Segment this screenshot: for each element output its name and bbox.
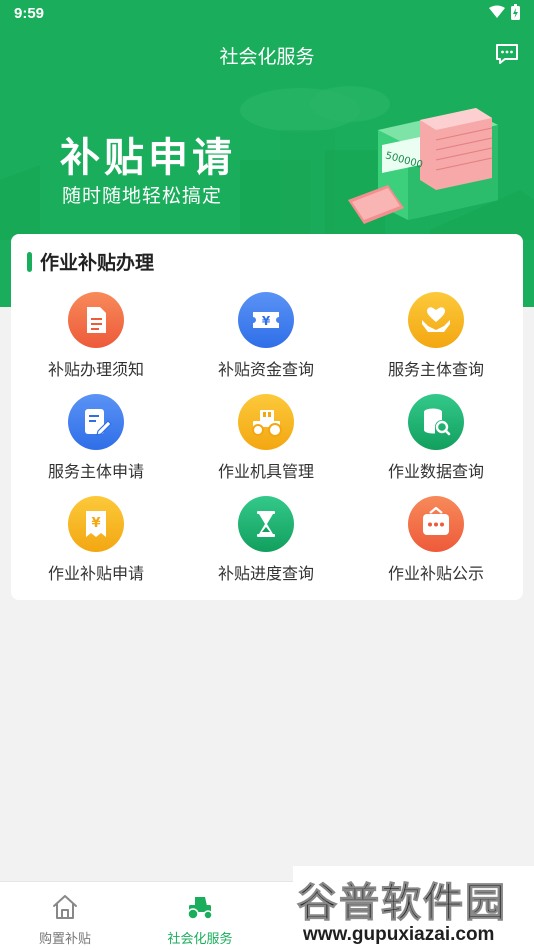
banner-subtitle: 随时随地轻松搞定 [62, 185, 223, 207]
grid-label: 补贴进度查询 [217, 564, 314, 583]
hourglass-icon [238, 496, 294, 552]
nav-item-purchase-subsidy[interactable]: 购置补贴 [0, 888, 130, 948]
grid-item-provider-query[interactable]: 服务主体查询 [351, 292, 521, 384]
watermark: 谷普软件园 www.gupuxiazai.com [293, 866, 534, 950]
grid-label: 作业补贴申请 [47, 564, 144, 583]
grid-label: 作业补贴公示 [387, 564, 484, 583]
yuan-receipt-icon: ¥ [68, 496, 124, 552]
heart-hands-icon [408, 292, 464, 348]
section-accent-bar [27, 251, 32, 272]
grid-label: 补贴办理须知 [47, 360, 144, 379]
nav-item-social-service[interactable]: 社会化服务 [135, 888, 265, 948]
svg-text:¥: ¥ [262, 314, 271, 328]
status-icons [489, 4, 520, 20]
status-time: 9:59 [14, 5, 45, 22]
grid-item-progress-query[interactable]: 补贴进度查询 [181, 496, 351, 588]
notice-board-icon [408, 496, 464, 552]
grid-label: 服务主体查询 [387, 360, 484, 379]
document-icon [68, 292, 124, 348]
section-header: 作业补贴办理 [27, 248, 154, 275]
grid-item-data-query[interactable]: 作业数据查询 [351, 394, 521, 486]
svg-text:¥: ¥ [91, 516, 100, 531]
grid-label: 作业数据查询 [387, 462, 484, 481]
banner-title: 补贴申请 [60, 135, 236, 181]
grid-label: 作业机具管理 [217, 462, 314, 481]
subsidy-card: 作业补贴办理 补贴办理须知 ¥ 补贴资金查询 服务主体查询 服务主体申请 作业机… [11, 234, 523, 600]
page-title: 社会化服务 [219, 46, 315, 68]
edit-form-icon [68, 394, 124, 450]
home-icon [53, 895, 77, 919]
nav-label: 购置补贴 [38, 932, 91, 947]
money-machine-illustration: 500000 [348, 108, 498, 224]
yuan-ticket-icon: ¥ [238, 292, 294, 348]
grid-item-work-subsidy-apply[interactable]: ¥ 作业补贴申请 [11, 496, 181, 588]
grid-item-subsidy-notice[interactable]: 补贴办理须知 [11, 292, 181, 384]
watermark-url: www.gupuxiazai.com [303, 924, 495, 945]
grid-item-fund-query[interactable]: ¥ 补贴资金查询 [181, 292, 351, 384]
battery-icon [511, 4, 520, 20]
message-icon[interactable] [494, 42, 520, 66]
grid-label: 补贴资金查询 [217, 360, 314, 379]
grid-item-provider-apply[interactable]: 服务主体申请 [11, 394, 181, 486]
grid-item-subsidy-publicity[interactable]: 作业补贴公示 [351, 496, 521, 588]
nav-label: 社会化服务 [167, 932, 233, 947]
section-title: 作业补贴办理 [40, 252, 155, 274]
status-bar: 9:59 [0, 0, 534, 28]
watermark-logo: 谷普软件园 [297, 880, 507, 927]
tractor-icon [187, 897, 213, 920]
title-bar: 社会化服务 [0, 36, 534, 72]
banner[interactable]: 补贴申请 随时随地轻松搞定 500000 [0, 85, 534, 235]
grid-item-machinery[interactable]: 作业机具管理 [181, 394, 351, 486]
grid-label: 服务主体申请 [47, 462, 144, 481]
wifi-icon [489, 5, 505, 18]
database-search-icon [408, 394, 464, 450]
tractor-icon [238, 394, 294, 450]
